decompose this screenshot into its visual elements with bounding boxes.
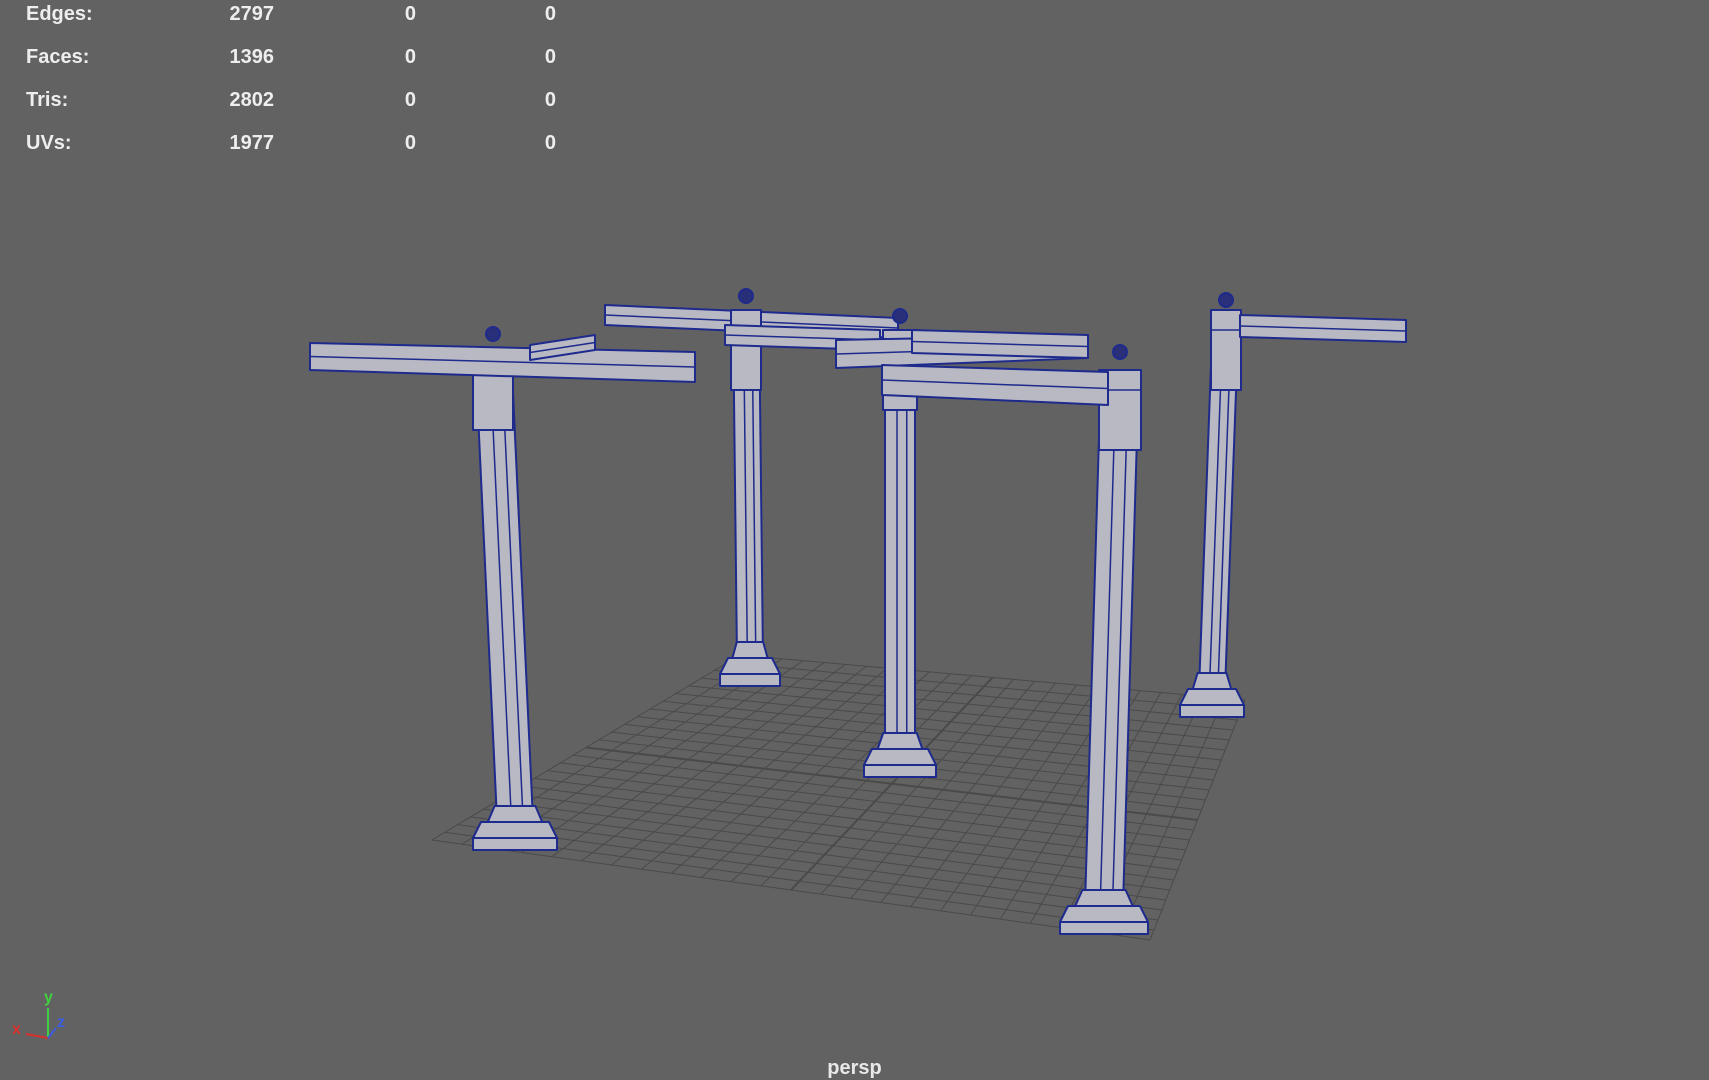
hud-row-faces: Faces: 1396 0 0	[26, 43, 586, 86]
hud-value-total: 1977	[229, 132, 275, 154]
cap-front-left	[485, 326, 501, 342]
hud-value-selected: 0	[404, 3, 416, 25]
cap-front-right	[1112, 344, 1128, 360]
pergola-mesh[interactable]	[309, 288, 1407, 935]
hud-value-other: 0	[544, 46, 556, 68]
hud-value-total: 2797	[229, 3, 275, 25]
x-axis-line	[25, 1033, 49, 1039]
hud-value-selected: 0	[404, 46, 416, 68]
y-axis-label: y	[44, 989, 53, 1006]
base-far-right	[1179, 688, 1245, 706]
hud-label: Faces:	[26, 46, 90, 68]
base-far-right-collar	[1191, 672, 1233, 690]
post-back-left-bracket	[730, 309, 762, 391]
base-front-right	[1059, 905, 1149, 923]
base-back-left-plinth	[719, 673, 781, 687]
hud-value-selected: 0	[404, 132, 416, 154]
hud-value-total: 2802	[229, 89, 275, 111]
x-axis-label: x	[12, 1021, 21, 1038]
hud-row-edges: Edges: 2797 0 0	[26, 0, 586, 43]
grid-line	[431, 839, 1151, 941]
base-front-left-plinth	[472, 837, 558, 851]
hud-label: UVs:	[26, 132, 72, 154]
z-axis-line	[47, 1027, 57, 1039]
base-front-left-collar	[486, 805, 544, 823]
base-far-right-plinth	[1179, 704, 1245, 718]
camera-name-label: persp	[827, 1057, 882, 1079]
hud-value-total: 1396	[229, 46, 275, 68]
post-far-right-bracket	[1210, 309, 1242, 391]
base-middle	[863, 748, 937, 766]
hud-row-uvs: UVs: 1977 0 0	[26, 129, 586, 172]
grid-line	[1149, 699, 1246, 941]
z-axis-label: z	[57, 1014, 65, 1031]
base-middle-collar	[876, 732, 924, 750]
hud-row-tris: Tris: 2802 0 0	[26, 86, 586, 129]
heads-up-display: Edges: 2797 0 0 Faces: 1396 0 0 Tris: 28…	[26, 0, 586, 172]
base-front-right-collar	[1074, 889, 1134, 907]
hud-value-other: 0	[544, 132, 556, 154]
hud-value-selected: 0	[404, 89, 416, 111]
hud-label: Tris:	[26, 89, 69, 111]
base-front-left	[472, 821, 558, 839]
perspective-viewport[interactable]: Edges: 2797 0 0 Faces: 1396 0 0 Tris: 28…	[0, 0, 1709, 1080]
cap-far-right	[1218, 292, 1234, 308]
hud-label: Edges:	[26, 3, 93, 25]
hud-value-other: 0	[544, 3, 556, 25]
base-back-left-collar	[731, 641, 769, 659]
base-back-left	[719, 657, 781, 675]
base-front-right-plinth	[1059, 921, 1149, 935]
base-middle-plinth	[863, 764, 937, 778]
hud-value-other: 0	[544, 89, 556, 111]
axis-gizmo: y x z	[12, 989, 65, 1039]
cap-back-left	[738, 288, 754, 304]
grid-line	[850, 680, 1035, 899]
grid-line	[910, 684, 1078, 907]
cap-middle	[892, 308, 908, 324]
